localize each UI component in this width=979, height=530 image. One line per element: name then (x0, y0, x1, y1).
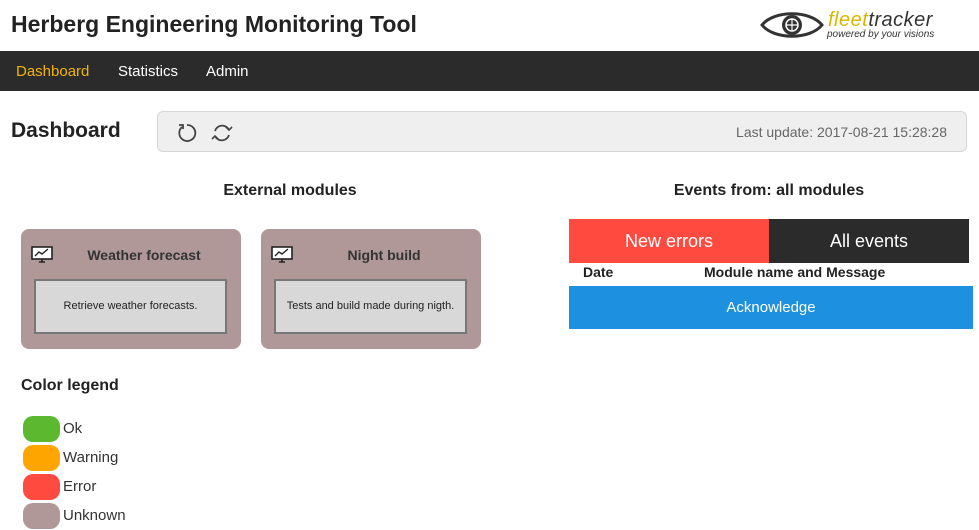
dashboard-toolbar: Last update: 2017-08-21 15:28:28 (157, 111, 967, 152)
column-header-module-message: Module name and Message (704, 264, 886, 280)
events-title: Events from: all modules (673, 182, 865, 199)
logo-brand-dark: tracker (868, 9, 933, 31)
main-navbar: Dashboard Statistics Admin (0, 51, 979, 91)
color-legend-title: Color legend (21, 377, 119, 394)
monitor-chart-icon (271, 246, 293, 263)
module-description: Tests and build made during nigth. (274, 279, 467, 334)
last-update-text: Last update: 2017-08-21 15:28:28 (736, 124, 947, 140)
nav-item-dashboard[interactable]: Dashboard (16, 63, 89, 80)
legend-item-warning: Warning (23, 445, 163, 471)
monitor-chart-icon (31, 246, 53, 263)
legend-swatch (23, 503, 60, 529)
logo-tagline: powered by your visions (827, 29, 935, 40)
column-header-date: Date (583, 264, 614, 280)
legend-swatch (23, 445, 60, 471)
legend-label: Warning (63, 449, 119, 466)
legend-label: Ok (63, 420, 83, 437)
tab-all-events[interactable]: All events (769, 219, 969, 263)
legend-swatch (23, 474, 60, 500)
tab-new-errors[interactable]: New errors (569, 219, 769, 263)
module-title: Weather forecast (87, 247, 201, 263)
legend-swatch (23, 416, 60, 442)
module-description: Retrieve weather forecasts. (34, 279, 227, 334)
logo-brand-light: fleet (828, 9, 869, 31)
fleettracker-logo: fleettracker powered by your visions (760, 6, 978, 46)
nav-item-statistics[interactable]: Statistics (118, 63, 178, 80)
external-modules-title: External modules (223, 182, 357, 199)
acknowledge-button[interactable]: Acknowledge (569, 286, 973, 329)
legend-label: Unknown (63, 507, 126, 524)
legend-item-unknown: Unknown (23, 503, 163, 529)
legend-label: Error (63, 478, 97, 495)
nav-item-admin[interactable]: Admin (206, 63, 249, 80)
page-title: Dashboard (11, 119, 121, 142)
eye-logo-icon (760, 12, 824, 38)
legend-item-ok: Ok (23, 416, 163, 442)
legend-item-error: Error (23, 474, 163, 500)
app-title: Herberg Engineering Monitoring Tool (11, 11, 417, 37)
refresh-icon[interactable] (176, 122, 198, 144)
module-title: Night build (347, 247, 421, 263)
sync-icon[interactable] (211, 122, 233, 144)
module-card-night-build[interactable]: Night build Tests and build made during … (261, 229, 481, 349)
module-card-weather-forecast[interactable]: Weather forecast Retrieve weather foreca… (21, 229, 241, 349)
app-header: Herberg Engineering Monitoring Tool flee… (0, 0, 979, 52)
